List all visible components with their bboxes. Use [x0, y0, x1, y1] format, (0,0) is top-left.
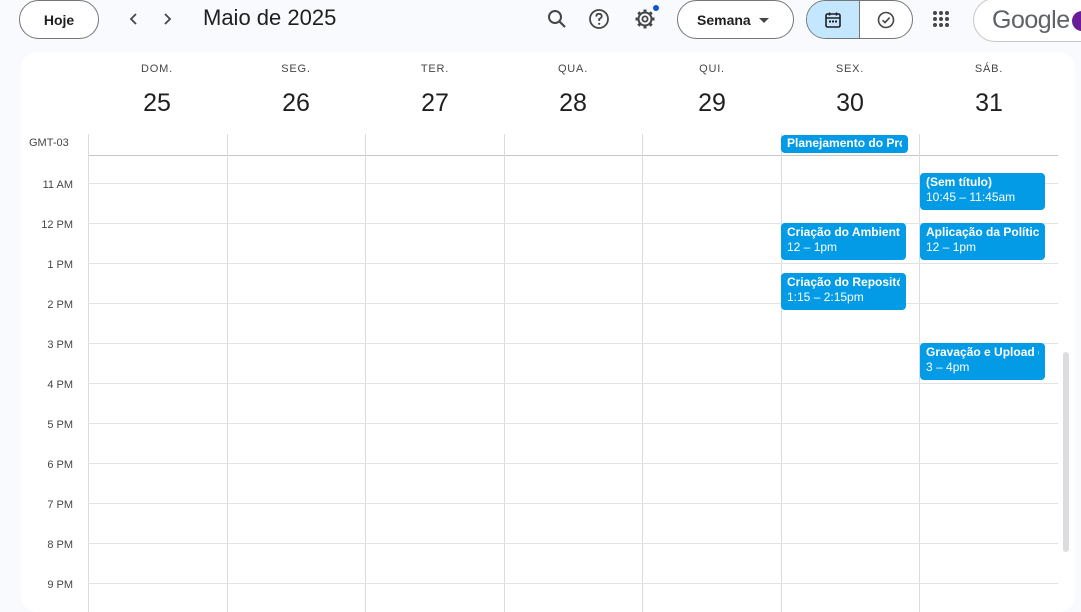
view-selector-label: Semana [697, 11, 751, 28]
week-view: DOM. 25 SEG. 26 TER. 27 QUA. 28 QUI. 29 … [21, 52, 1075, 612]
avatar[interactable] [1072, 11, 1081, 31]
event-time: 1:15 – 2:15pm [787, 290, 864, 304]
hour-label: 7 PM [47, 499, 73, 511]
day-number[interactable]: 27 [366, 89, 504, 118]
day-number[interactable]: 29 [643, 89, 781, 118]
event-time: 12 – 1pm [926, 240, 977, 254]
day-number[interactable]: 28 [504, 89, 642, 118]
calendar-event[interactable]: Gravação e Upload d 3 – 4pm [920, 343, 1045, 380]
hour-line [88, 543, 1058, 544]
calendar-event[interactable]: Aplicação da Política 12 – 1pm [920, 223, 1045, 260]
column-divider [88, 134, 89, 612]
hour-line [88, 503, 1058, 504]
day-name: SEX. [835, 63, 865, 75]
view-selector[interactable]: Semana [677, 0, 794, 39]
day-name: SÁB. [974, 63, 1004, 75]
calendar-view-button[interactable] [807, 1, 860, 38]
help-icon[interactable] [586, 6, 612, 32]
day-name: SEG. [281, 63, 311, 75]
tasks-view-button[interactable] [860, 1, 912, 38]
hour-label: 2 PM [47, 299, 73, 311]
account-chip[interactable]: Google [973, 0, 1081, 42]
hour-line [88, 423, 1058, 424]
hour-line [88, 263, 1058, 264]
column-divider [227, 134, 228, 612]
timezone-label: GMT-03 [29, 137, 69, 149]
hour-line [88, 583, 1058, 584]
day-number[interactable]: 30 [781, 89, 919, 118]
day-number[interactable]: 26 [227, 89, 365, 118]
calendar-event[interactable]: Planejamento do Pro [781, 135, 908, 153]
calendar-event[interactable]: Criação do Ambiente 12 – 1pm [781, 223, 906, 260]
column-divider [642, 134, 643, 612]
hour-label: 1 PM [47, 259, 73, 271]
caret-down-icon [759, 18, 769, 23]
chevron-right-icon[interactable] [154, 6, 180, 32]
notification-dot [653, 5, 659, 11]
day-name: QUA. [557, 63, 589, 75]
day-number[interactable]: 25 [88, 89, 226, 118]
hour-line [88, 183, 1058, 184]
search-icon[interactable] [544, 6, 570, 32]
hour-line [88, 343, 1058, 344]
hour-label: 6 PM [47, 459, 73, 471]
calendar-icon [825, 12, 841, 28]
event-time: 12 – 1pm [787, 240, 838, 254]
task-check-icon [877, 11, 895, 28]
hour-line [88, 223, 1058, 224]
hour-label: 8 PM [47, 539, 73, 551]
apps-grid-icon[interactable] [928, 6, 954, 32]
hour-line [88, 303, 1058, 304]
column-divider [781, 134, 782, 612]
top-bar: Hoje Maio de 2025 Semana Google [0, 0, 1081, 42]
hour-label: 3 PM [47, 339, 73, 351]
event-title: Planejamento do Pro [787, 136, 902, 150]
day-number[interactable]: 31 [920, 89, 1058, 118]
hour-label: 4 PM [47, 379, 73, 391]
day-name: QUI. [699, 63, 725, 75]
hour-label: 5 PM [47, 419, 73, 431]
calendar-event[interactable]: (Sem título) 10:45 – 11:45am [920, 173, 1045, 210]
day-name: TER. [420, 63, 450, 75]
month-title: Maio de 2025 [203, 5, 337, 30]
hour-label: 9 PM [47, 579, 73, 591]
scrollbar[interactable] [1063, 352, 1069, 552]
event-time: 10:45 – 11:45am [926, 190, 1016, 204]
chevron-left-icon[interactable] [121, 6, 147, 32]
event-title: (Sem título) [926, 175, 992, 189]
google-logo: Google [992, 5, 1070, 34]
hour-line [88, 463, 1058, 464]
event-title: Criação do Repositór [787, 275, 900, 289]
hour-line [88, 383, 1058, 384]
event-title: Criação do Ambiente [787, 225, 900, 239]
hour-label: 11 AM [42, 179, 73, 191]
column-divider [504, 134, 505, 612]
event-title: Aplicação da Política [926, 225, 1039, 239]
event-title: Gravação e Upload d [926, 345, 1039, 359]
all-day-divider [88, 155, 1058, 156]
column-divider [365, 134, 366, 612]
day-name: DOM. [141, 63, 173, 75]
view-toggle [806, 0, 913, 39]
calendar-event[interactable]: Criação do Repositór 1:15 – 2:15pm [781, 273, 906, 310]
event-time: 3 – 4pm [926, 360, 970, 374]
today-button[interactable]: Hoje [19, 0, 99, 39]
hour-label: 12 PM [41, 219, 73, 231]
